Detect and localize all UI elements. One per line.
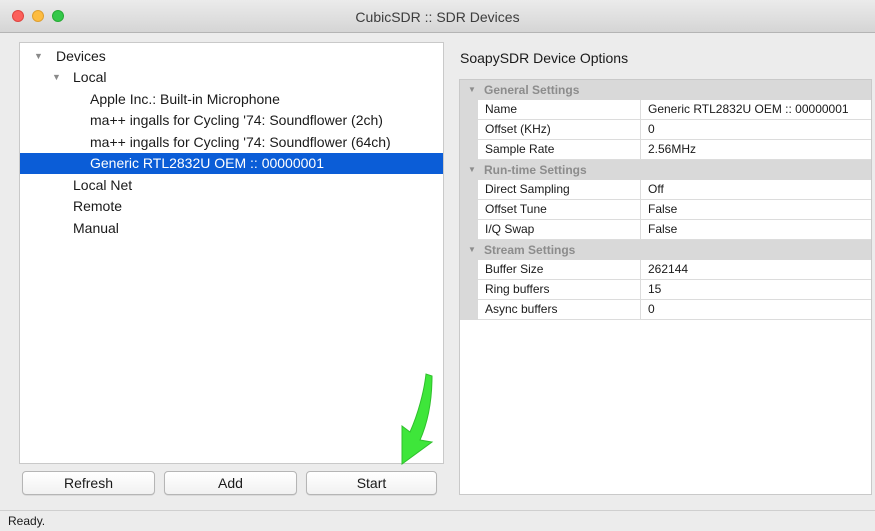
options-title: SoapySDR Device Options (460, 50, 629, 66)
property-name: Offset (KHz) (485, 122, 551, 136)
tree-item-local[interactable]: ▼ Local (20, 67, 443, 88)
title-bar: CubicSDR :: SDR Devices (0, 0, 875, 33)
property-value[interactable]: False (648, 220, 870, 239)
property-name: Ring buffers (485, 282, 550, 296)
property-value[interactable]: 0 (648, 120, 870, 139)
tree-item-label: ma++ ingalls for Cycling '74: Soundflowe… (90, 112, 383, 128)
column-divider (640, 180, 641, 200)
row-gutter (460, 180, 478, 200)
tree-item-label: Apple Inc.: Built-in Microphone (90, 91, 280, 107)
status-bar: Ready. (0, 510, 875, 531)
status-text: Ready. (8, 514, 46, 528)
row-gutter (460, 200, 478, 220)
tree-item-device-selected[interactable]: Generic RTL2832U OEM :: 00000001 (20, 153, 443, 174)
property-value[interactable]: Off (648, 180, 870, 199)
property-name: Async buffers (485, 302, 558, 316)
row-gutter (460, 280, 478, 300)
tree-item-device[interactable]: ma++ ingalls for Cycling '74: Soundflowe… (20, 110, 443, 131)
column-divider (640, 260, 641, 280)
row-gutter (460, 120, 478, 140)
property-name: Direct Sampling (485, 182, 570, 196)
column-divider (640, 280, 641, 300)
window-title: CubicSDR :: SDR Devices (355, 9, 520, 25)
row-gutter (460, 100, 478, 120)
tree-item-label: Devices (56, 48, 106, 64)
column-divider (640, 220, 641, 240)
section-label: Stream Settings (484, 243, 576, 257)
tree-item-device[interactable]: Apple Inc.: Built-in Microphone (20, 89, 443, 110)
property-name: Name (485, 102, 518, 116)
disclosure-triangle-icon[interactable]: ▼ (34, 46, 43, 67)
disclosure-triangle-icon[interactable]: ▼ (468, 160, 476, 180)
section-label: General Settings (484, 83, 580, 97)
property-row[interactable]: Buffer Size 262144 (460, 260, 871, 280)
disclosure-triangle-icon[interactable]: ▼ (468, 80, 476, 100)
row-gutter (460, 300, 478, 320)
property-row[interactable]: Sample Rate 2.56MHz (460, 140, 871, 160)
property-value[interactable]: Generic RTL2832U OEM :: 00000001 (648, 100, 870, 119)
property-value[interactable]: 0 (648, 300, 870, 319)
section-stream-settings[interactable]: ▼ Stream Settings (460, 240, 871, 260)
refresh-button[interactable]: Refresh (22, 471, 155, 495)
property-row[interactable]: Offset Tune False (460, 200, 871, 220)
property-name: Buffer Size (485, 262, 544, 276)
add-button[interactable]: Add (164, 471, 297, 495)
row-gutter (460, 220, 478, 240)
tree-item-label: Generic RTL2832U OEM :: 00000001 (90, 155, 324, 171)
tree-item-local-net[interactable]: Local Net (20, 175, 443, 196)
column-divider (640, 300, 641, 320)
disclosure-triangle-icon[interactable]: ▼ (468, 240, 476, 260)
column-divider (640, 120, 641, 140)
property-row[interactable]: I/Q Swap False (460, 220, 871, 240)
sdr-devices-window: CubicSDR :: SDR Devices ▼ Devices ▼ Loca… (0, 0, 875, 531)
device-options-grid: ▼ General Settings Name Generic RTL2832U… (459, 79, 872, 495)
column-divider (640, 100, 641, 120)
tree-item-label: Manual (73, 220, 119, 236)
property-value[interactable]: 262144 (648, 260, 870, 279)
row-gutter (460, 140, 478, 160)
property-name: I/Q Swap (485, 222, 535, 236)
row-gutter (460, 260, 478, 280)
property-row[interactable]: Direct Sampling Off (460, 180, 871, 200)
property-value[interactable]: 15 (648, 280, 870, 299)
property-row[interactable]: Async buffers 0 (460, 300, 871, 320)
tree-item-label: ma++ ingalls for Cycling '74: Soundflowe… (90, 134, 391, 150)
property-row[interactable]: Name Generic RTL2832U OEM :: 00000001 (460, 100, 871, 120)
tree-item-manual[interactable]: Manual (20, 218, 443, 239)
column-divider (640, 200, 641, 220)
tree-item-device[interactable]: ma++ ingalls for Cycling '74: Soundflowe… (20, 132, 443, 153)
tree-item-remote[interactable]: Remote (20, 196, 443, 217)
tree-item-label: Local (73, 69, 107, 85)
section-run-time-settings[interactable]: ▼ Run-time Settings (460, 160, 871, 180)
tree-item-label: Remote (73, 198, 123, 214)
column-divider (640, 140, 641, 160)
tree-item-label: Local Net (73, 177, 133, 193)
property-value[interactable]: 2.56MHz (648, 140, 870, 159)
start-button[interactable]: Start (306, 471, 437, 495)
section-general-settings[interactable]: ▼ General Settings (460, 80, 871, 100)
property-row[interactable]: Ring buffers 15 (460, 280, 871, 300)
property-row[interactable]: Offset (KHz) 0 (460, 120, 871, 140)
green-arrow-icon (401, 373, 434, 465)
disclosure-triangle-icon[interactable]: ▼ (52, 67, 61, 88)
property-name: Offset Tune (485, 202, 547, 216)
tree-item-devices[interactable]: ▼ Devices (20, 46, 443, 67)
property-value[interactable]: False (648, 200, 870, 219)
property-name: Sample Rate (485, 142, 555, 156)
section-label: Run-time Settings (484, 163, 587, 177)
